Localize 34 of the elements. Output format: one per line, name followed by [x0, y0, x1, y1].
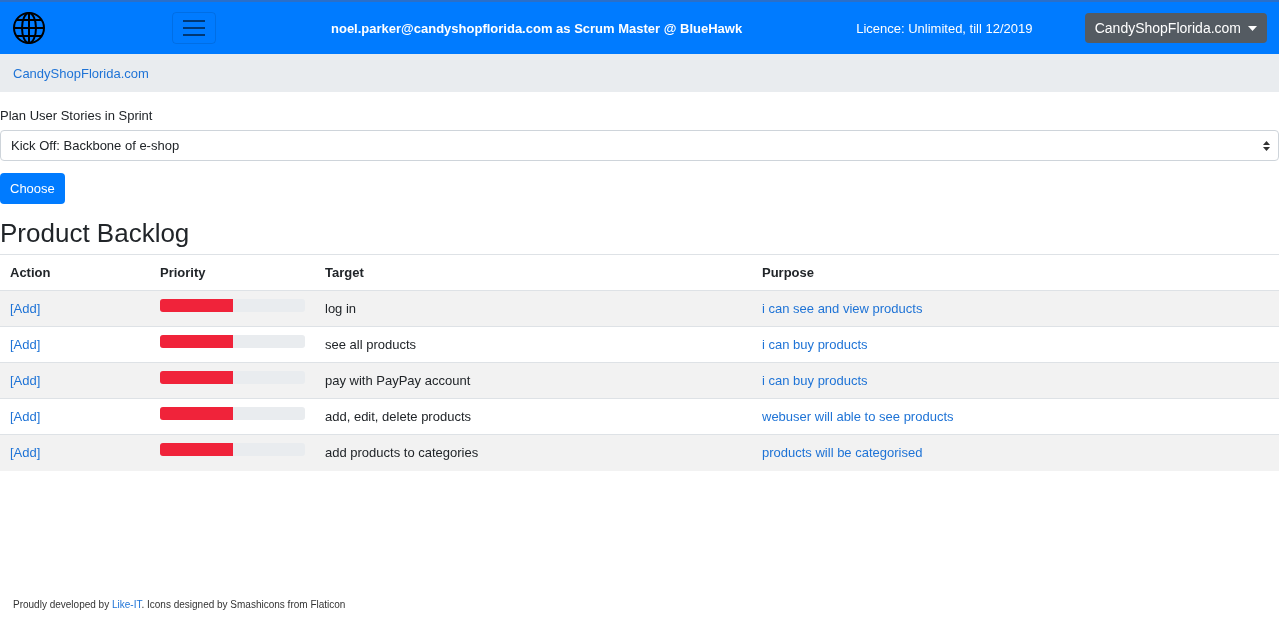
add-link[interactable]: [Add]: [10, 337, 41, 352]
purpose-link[interactable]: i can buy products: [762, 337, 868, 352]
caret-icon: [1248, 25, 1257, 31]
menu-icon: [183, 20, 205, 36]
target-cell: add products to categories: [315, 434, 752, 471]
company-dropdown[interactable]: CandyShopFlorida.com: [1084, 13, 1267, 43]
target-cell: see all products: [315, 326, 752, 363]
purpose-link[interactable]: products will be categorised: [762, 445, 923, 461]
add-link[interactable]: [Add]: [10, 445, 41, 461]
purpose-link[interactable]: i can buy products: [762, 373, 868, 388]
globe-icon[interactable]: [12, 11, 46, 45]
choose-button[interactable]: Choose: [0, 173, 65, 204]
field-label: Plan User Stories in Sprint: [0, 108, 154, 123]
column-header: Priority: [150, 254, 315, 291]
sort-arrows-icon: [1263, 140, 1270, 151]
purpose-link[interactable]: i can see and view products: [762, 301, 923, 316]
footer-link[interactable]: Like-IT: [111, 599, 142, 610]
target-cell: add, edit, delete products: [315, 398, 752, 435]
column-header: Purpose: [752, 254, 1279, 291]
page-heading: Product Backlog: [0, 218, 191, 249]
add-link[interactable]: [Add]: [10, 301, 41, 316]
breadcrumb-link[interactable]: CandyShopFlorida.com: [13, 65, 149, 81]
add-link[interactable]: [Add]: [10, 409, 41, 424]
sprint-select[interactable]: Kick Off: Backbone of e-shop: [0, 130, 1279, 161]
footer-credits: Proudly developed by Like-IT. Icons designed by Smashicons from Flaticon: [13, 599, 347, 610]
column-header: Action: [0, 254, 150, 291]
target-cell: pay with PayPay account: [315, 362, 752, 399]
target-cell: log in: [315, 290, 752, 327]
add-link[interactable]: [Add]: [10, 373, 41, 388]
column-header: Target: [315, 254, 752, 291]
menu-button[interactable]: [172, 12, 216, 44]
user-role-text: noel.parker@candyshopflorida.com as Scrum Master @ BlueHawk: [331, 20, 743, 36]
purpose-link[interactable]: webuser will able to see products: [762, 409, 954, 424]
licence-text: Licence: Unlimited, till 12/2019: [856, 20, 1033, 36]
